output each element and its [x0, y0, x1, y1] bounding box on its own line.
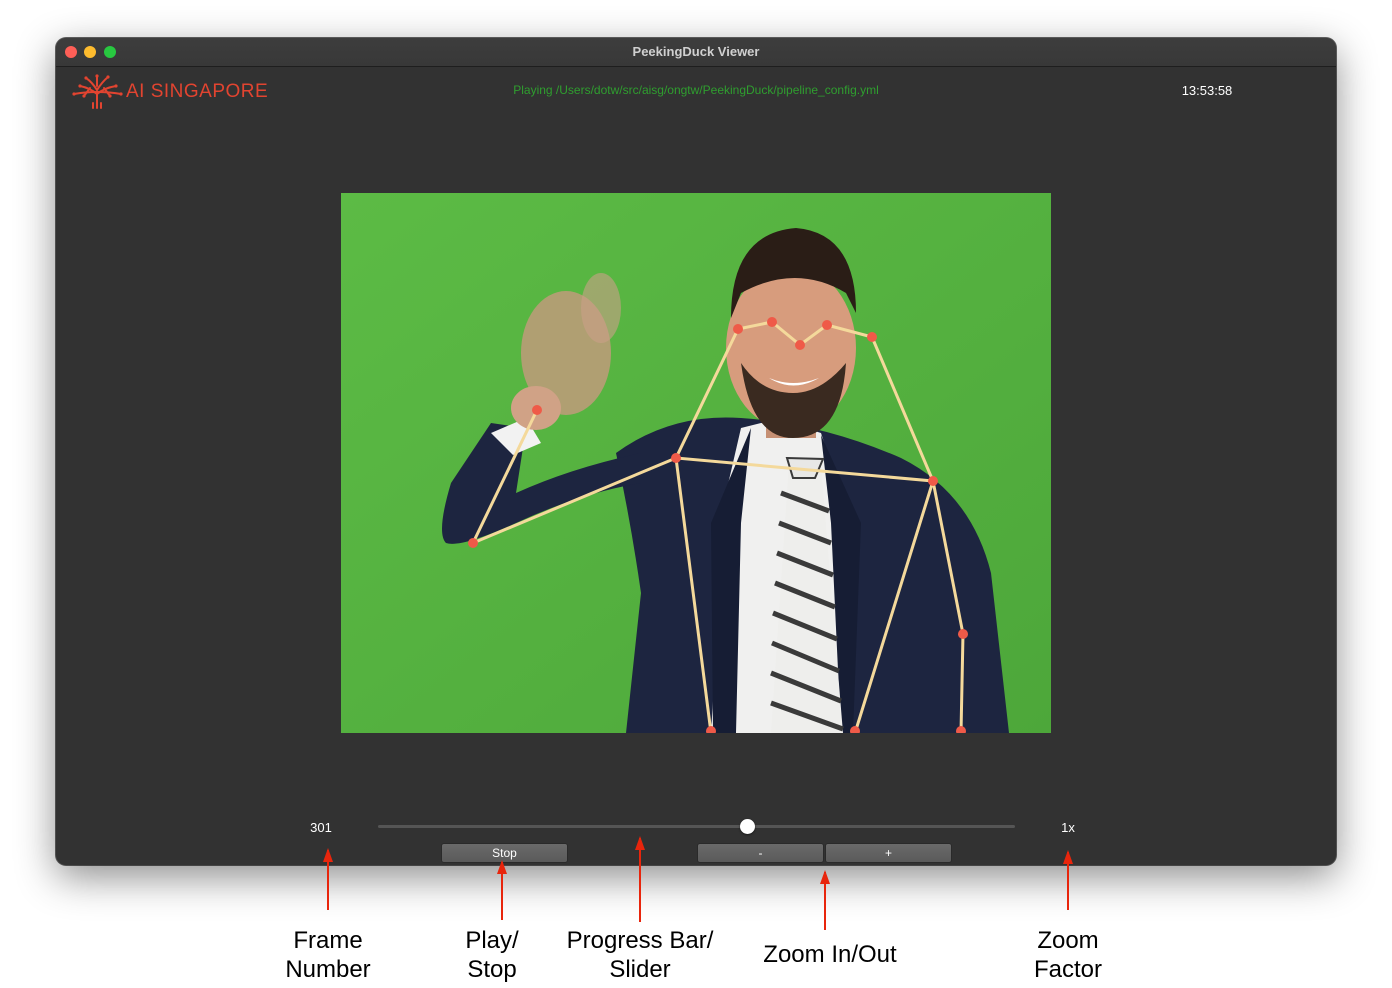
- zoom-in-out-annotation: Zoom In/Out: [763, 941, 897, 968]
- play-stop-button[interactable]: Stop: [441, 843, 568, 863]
- zoom-out-button[interactable]: -: [697, 843, 824, 863]
- progress-slider[interactable]: [378, 819, 1015, 835]
- progress-slider-track[interactable]: [378, 825, 1015, 828]
- play-stop-annotation: Play/ Stop: [465, 927, 519, 983]
- peekingduck-viewer-window: PeekingDuck Viewer AI SINGAPORE Playing …: [56, 38, 1336, 865]
- zoom-factor-annotation: Zoom Factor: [1033, 927, 1102, 983]
- title-bar: PeekingDuck Viewer: [56, 38, 1336, 67]
- ai-singapore-logo: AI SINGAPORE: [70, 72, 300, 112]
- window-title: PeekingDuck Viewer: [632, 44, 760, 59]
- zoom-in-button[interactable]: +: [825, 843, 952, 863]
- status-text: Playing /Users/dotw/src/aisg/ongtw/Peeki…: [513, 83, 879, 97]
- logo-text: AI SINGAPORE: [126, 81, 269, 102]
- frame-number-annotation: Frame Number: [285, 927, 371, 983]
- progress-slider-handle[interactable]: [740, 819, 756, 834]
- frame-number: 301: [310, 820, 332, 835]
- zoom-factor: 1x: [1061, 820, 1075, 835]
- clock: 13:53:58: [1181, 83, 1233, 98]
- progress-bar-annotation: Progress Bar/ Slider: [566, 927, 714, 983]
- tree-icon: [72, 74, 123, 109]
- video-frame: [341, 193, 1051, 733]
